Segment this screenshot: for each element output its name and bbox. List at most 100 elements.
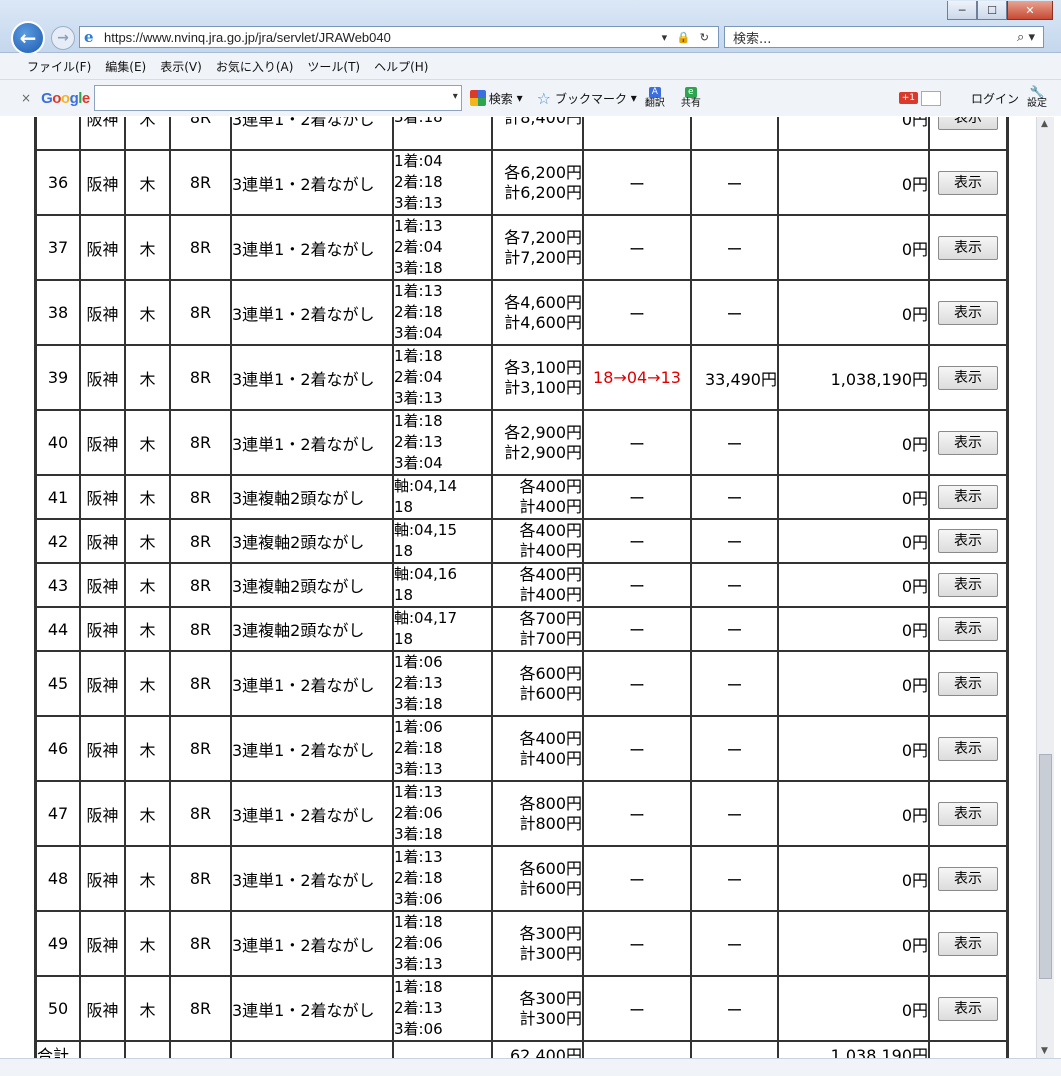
amount-cell: 各6,200円 計6,200円	[492, 150, 583, 215]
address-bar[interactable]: e https://www.nvinq.jra.go.jp/jra/servle…	[79, 26, 719, 48]
empty-cell	[691, 1041, 778, 1058]
refund-cell: 0円	[778, 215, 929, 280]
show-button[interactable]: 表示	[938, 801, 998, 826]
search-placeholder[interactable]: 検索...	[733, 28, 771, 47]
action-cell: 表示	[929, 716, 1007, 781]
show-button[interactable]: 表示	[938, 996, 998, 1021]
gplus-icon[interactable]: +1	[898, 92, 918, 104]
combination-cell: 1着:13 2着:06 3着:18	[393, 781, 492, 846]
row-number: 39	[36, 345, 80, 410]
vertical-scrollbar[interactable]: ▲ ▼	[1036, 117, 1054, 1058]
scroll-down-icon[interactable]: ▼	[1041, 1046, 1048, 1056]
show-button[interactable]: 表示	[938, 573, 998, 597]
payout-cell: ー	[691, 280, 778, 345]
dropdown-arrow-icon[interactable]: ▾	[453, 91, 458, 102]
combination-cell: 軸:04,14 18	[393, 475, 492, 519]
show-button[interactable]: 表示	[938, 617, 998, 641]
show-button[interactable]: 表示	[938, 671, 998, 696]
amount-line: 計2,900円	[504, 442, 582, 462]
maximize-button[interactable]: ☐	[977, 1, 1007, 20]
payout-cell: ー	[691, 651, 778, 716]
action-cell: 表示	[929, 410, 1007, 475]
amount-cell: 各400円 計400円	[492, 475, 583, 519]
payout-cell: ー	[691, 781, 778, 846]
race-cell: 8R	[170, 410, 231, 475]
login-link[interactable]: ログイン	[971, 90, 1019, 107]
bet-type-cell: 3連単1・2着ながし	[231, 280, 393, 345]
menu-bar: ファイル(F) 編集(E) 表示(V) お気に入り(A) ツール(T) ヘルプ(…	[0, 53, 1061, 80]
action-cell: 表示	[929, 475, 1007, 519]
row-number: 36	[36, 150, 80, 215]
address-tools-icons[interactable]: ▾ 🔒 ↻	[662, 31, 718, 44]
close-window-button[interactable]: ✕	[1007, 1, 1053, 20]
scrollbar-thumb[interactable]	[1039, 754, 1052, 979]
google-search-input[interactable]: ▾	[93, 85, 462, 111]
amount-line: 各6,200円	[504, 162, 582, 182]
forward-button[interactable]: →	[51, 26, 75, 50]
combination-cell: 1着:18 2着:04 3着:13	[393, 345, 492, 410]
combination-cell: 1着:18 2着:06 3着:13	[393, 911, 492, 976]
day-cell: 木	[125, 280, 170, 345]
row-number: 47	[36, 781, 80, 846]
bookmark-button[interactable]: ☆ ブックマーク ▾	[537, 89, 637, 108]
amount-line: 計600円	[519, 878, 582, 898]
combination-line: 2着:06	[394, 934, 443, 952]
combination-line: 2着:13	[394, 674, 443, 692]
google-search-button[interactable]: 検索 ▾	[469, 90, 523, 107]
scroll-up-icon[interactable]: ▲	[1041, 119, 1048, 129]
course-cell: 阪神	[80, 280, 125, 345]
combination-line: 3着:06	[394, 890, 443, 908]
race-cell: 8R	[170, 475, 231, 519]
show-button[interactable]: 表示	[938, 931, 998, 956]
payout-cell: ー	[691, 976, 778, 1041]
menu-file[interactable]: ファイル(F)	[27, 58, 91, 75]
course-cell: 阪神	[80, 607, 125, 651]
bet-type-cell: 3連単1・2着ながし	[231, 911, 393, 976]
empty-cell	[80, 1041, 125, 1058]
minimize-button[interactable]: ─	[947, 1, 977, 20]
amount-line: 計6,200円	[504, 182, 582, 202]
combination-cell: 1着:04 2着:18 3着:13	[393, 150, 492, 215]
table-row: 37 阪神木 8R 3連単1・2着ながし 1着:13 2着:04 3着:18 各7,200円計…	[36, 215, 1007, 280]
race-cell: 8R	[170, 651, 231, 716]
show-button[interactable]: 表示	[938, 170, 998, 195]
combination-cell: 1着:18 2着:13 3着:04	[393, 410, 492, 475]
show-button[interactable]: 表示	[938, 365, 998, 390]
menu-help[interactable]: ヘルプ(H)	[374, 58, 428, 75]
show-button[interactable]: 表示	[938, 485, 998, 509]
menu-view[interactable]: 表示(V)	[160, 58, 202, 75]
share-button[interactable]: e 共有	[681, 87, 701, 109]
show-button[interactable]: 表示	[938, 117, 998, 130]
show-button[interactable]: 表示	[938, 529, 998, 553]
payout-cell: ー	[691, 716, 778, 781]
combination-line: 2着:18	[394, 303, 443, 321]
combination-line: 3着:13	[394, 194, 443, 212]
row-number: 41	[36, 475, 80, 519]
search-icon[interactable]: ⌕ ▾	[1017, 30, 1035, 45]
show-button[interactable]: 表示	[938, 300, 998, 325]
combination-line: 3着:18	[394, 825, 443, 843]
winning-combination-cell: ー	[583, 563, 691, 607]
url-text[interactable]: https://www.nvinq.jra.go.jp/jra/servlet/…	[104, 30, 662, 45]
show-button[interactable]: 表示	[938, 430, 998, 455]
close-toolbar-icon[interactable]: ×	[21, 91, 31, 105]
refund-cell: 0円	[778, 475, 929, 519]
combination-cell: 軸:04,16 18	[393, 563, 492, 607]
show-button[interactable]: 表示	[938, 866, 998, 891]
show-button[interactable]: 表示	[938, 736, 998, 761]
amount-line: 各800円	[519, 793, 582, 813]
back-button[interactable]: ←	[11, 21, 45, 55]
combination-line: 3着:18	[394, 259, 443, 277]
payout-cell: ー	[691, 150, 778, 215]
browser-search-box[interactable]: 検索... ⌕ ▾	[724, 26, 1044, 48]
show-button[interactable]: 表示	[938, 235, 998, 260]
course-cell: 阪神	[80, 150, 125, 215]
menu-tools[interactable]: ツール(T)	[307, 58, 360, 75]
winning-combination-cell: 18→04→13	[583, 345, 691, 410]
winning-combination-cell: ー	[583, 607, 691, 651]
settings-button[interactable]: 🔧 設定	[1027, 86, 1047, 109]
menu-favorites[interactable]: お気に入り(A)	[216, 58, 294, 75]
menu-edit[interactable]: 編集(E)	[105, 58, 146, 75]
translate-button[interactable]: A 翻訳	[645, 87, 665, 109]
day-cell: 木	[125, 607, 170, 651]
